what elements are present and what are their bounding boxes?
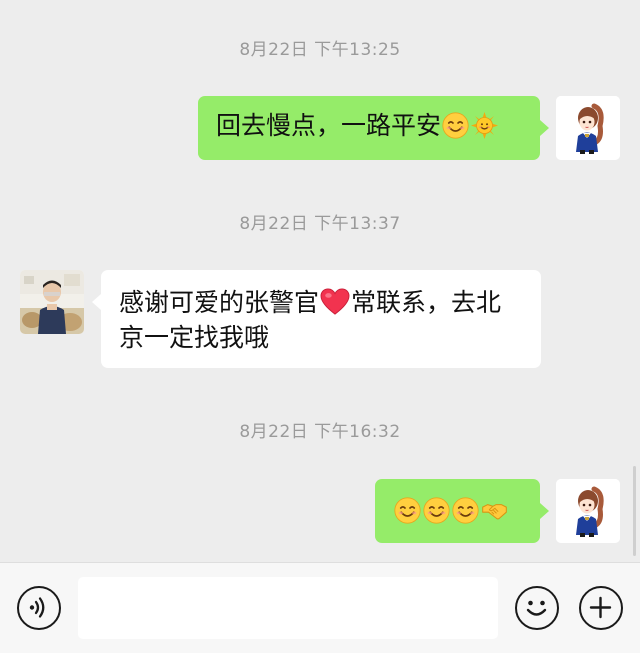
message-text: 回去慢点，一路平安 (216, 111, 442, 140)
bubble-tail (540, 503, 549, 519)
message-text: 常联系，去北 (351, 288, 502, 317)
smiling-face-icon (442, 112, 469, 139)
plus-icon (589, 596, 612, 619)
more-options-button[interactable] (579, 586, 623, 630)
bubble-tail (92, 294, 101, 310)
emoji-icon (526, 600, 547, 616)
message-timestamp: 8月22日 下午13:37 (239, 214, 401, 234)
my-avatar[interactable] (556, 479, 620, 543)
message-input[interactable] (78, 577, 498, 639)
message-line-2: 京一定找我哦 (119, 323, 270, 352)
chat-window: 8月22日 下午13:25 回去慢点，一路平安 8月22日 下午13:37 感谢… (0, 0, 640, 653)
bubble-tail (540, 120, 549, 136)
input-toolbar (0, 562, 640, 653)
red-heart-icon (320, 288, 350, 316)
smiling-face-icon (423, 497, 450, 524)
message-text: 感谢可爱的张警官 (119, 288, 320, 317)
voice-input-icon (29, 597, 45, 618)
smiling-face-icon (452, 497, 479, 524)
message-line-1: 感谢可爱的张警官 常联系，去北 (119, 285, 523, 320)
message-timestamp: 8月22日 下午16:32 (239, 422, 401, 442)
message-timestamp: 8月22日 下午13:25 (239, 40, 401, 60)
outgoing-message-bubble[interactable]: 回去慢点，一路平安 (198, 96, 540, 160)
smiling-face-icon (394, 497, 421, 524)
my-avatar[interactable] (556, 96, 620, 160)
scrollbar[interactable] (633, 466, 636, 556)
outgoing-message-bubble[interactable] (375, 479, 540, 543)
emoji-button[interactable] (515, 586, 559, 630)
incoming-message-bubble[interactable]: 感谢可爱的张警官 常联系，去北 京一定找我哦 (101, 270, 541, 368)
voice-input-button[interactable] (17, 586, 61, 630)
sun-icon (471, 112, 498, 139)
contact-avatar[interactable] (20, 270, 84, 334)
handshake-icon (481, 497, 508, 524)
